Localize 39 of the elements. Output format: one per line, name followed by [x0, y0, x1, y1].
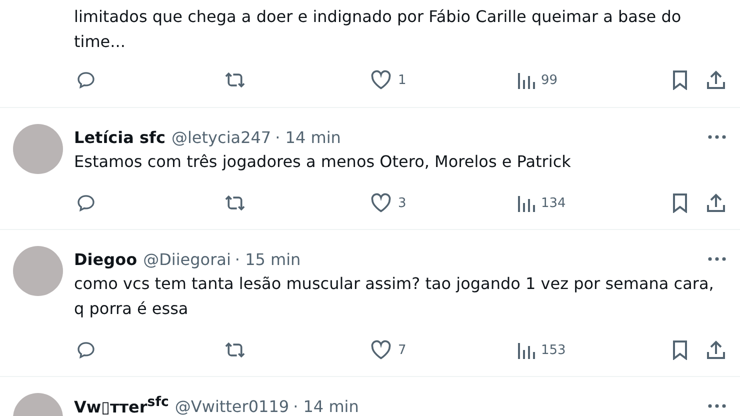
view-count: 153 — [541, 342, 566, 358]
like-count: 7 — [398, 342, 406, 358]
views-icon[interactable] — [517, 194, 535, 212]
post-time: · 15 min — [234, 250, 301, 268]
share-icon[interactable] — [706, 340, 726, 360]
author-handle[interactable]: @Diiegorai — [143, 250, 231, 268]
views-icon[interactable] — [517, 341, 535, 359]
repost-icon[interactable] — [223, 70, 247, 90]
author-name[interactable]: Vw▯ттеr$^{sfc}$ — [74, 395, 169, 416]
post-text: limitados que chega a doer e indignado por Fábio Carille queimar a base do time... — [74, 6, 682, 53]
view-count: 134 — [541, 196, 566, 210]
bookmark-icon[interactable] — [672, 193, 688, 213]
post-time: · 14 min — [293, 396, 359, 416]
share-icon[interactable] — [706, 70, 726, 90]
repost-icon[interactable] — [223, 340, 247, 360]
bookmark-icon[interactable] — [672, 70, 688, 90]
heart-icon[interactable] — [370, 340, 392, 360]
author-handle[interactable]: @letycia247 — [171, 128, 272, 146]
heart-icon[interactable] — [370, 70, 392, 90]
heart-icon[interactable] — [370, 193, 392, 213]
reply-icon[interactable] — [76, 340, 96, 360]
more-icon[interactable] — [708, 135, 726, 139]
author-name[interactable]: Letícia sfc — [74, 128, 166, 146]
post-text: como vcs tem tanta lesão muscular assim? tao jogando 1 vez por semana cara, q porra é essa — [74, 273, 715, 320]
views-icon[interactable] — [517, 71, 535, 89]
reply-icon[interactable] — [76, 70, 96, 90]
post-time: · 14 min — [275, 128, 341, 146]
post-text: Estamos com três jogadores a menos Otero, Morelos e Patrick — [74, 151, 572, 173]
author-name[interactable]: Diegoo — [74, 250, 138, 268]
share-icon[interactable] — [706, 193, 726, 213]
view-count: 99 — [541, 72, 558, 88]
like-count: 3 — [398, 196, 406, 210]
bookmark-icon[interactable] — [672, 340, 688, 360]
more-icon[interactable] — [708, 257, 726, 261]
like-count: 1 — [398, 72, 406, 88]
reply-icon[interactable] — [76, 193, 96, 213]
more-icon[interactable] — [708, 404, 726, 408]
repost-icon[interactable] — [223, 193, 247, 213]
author-handle[interactable]: @Vwitter0119 — [174, 396, 290, 416]
